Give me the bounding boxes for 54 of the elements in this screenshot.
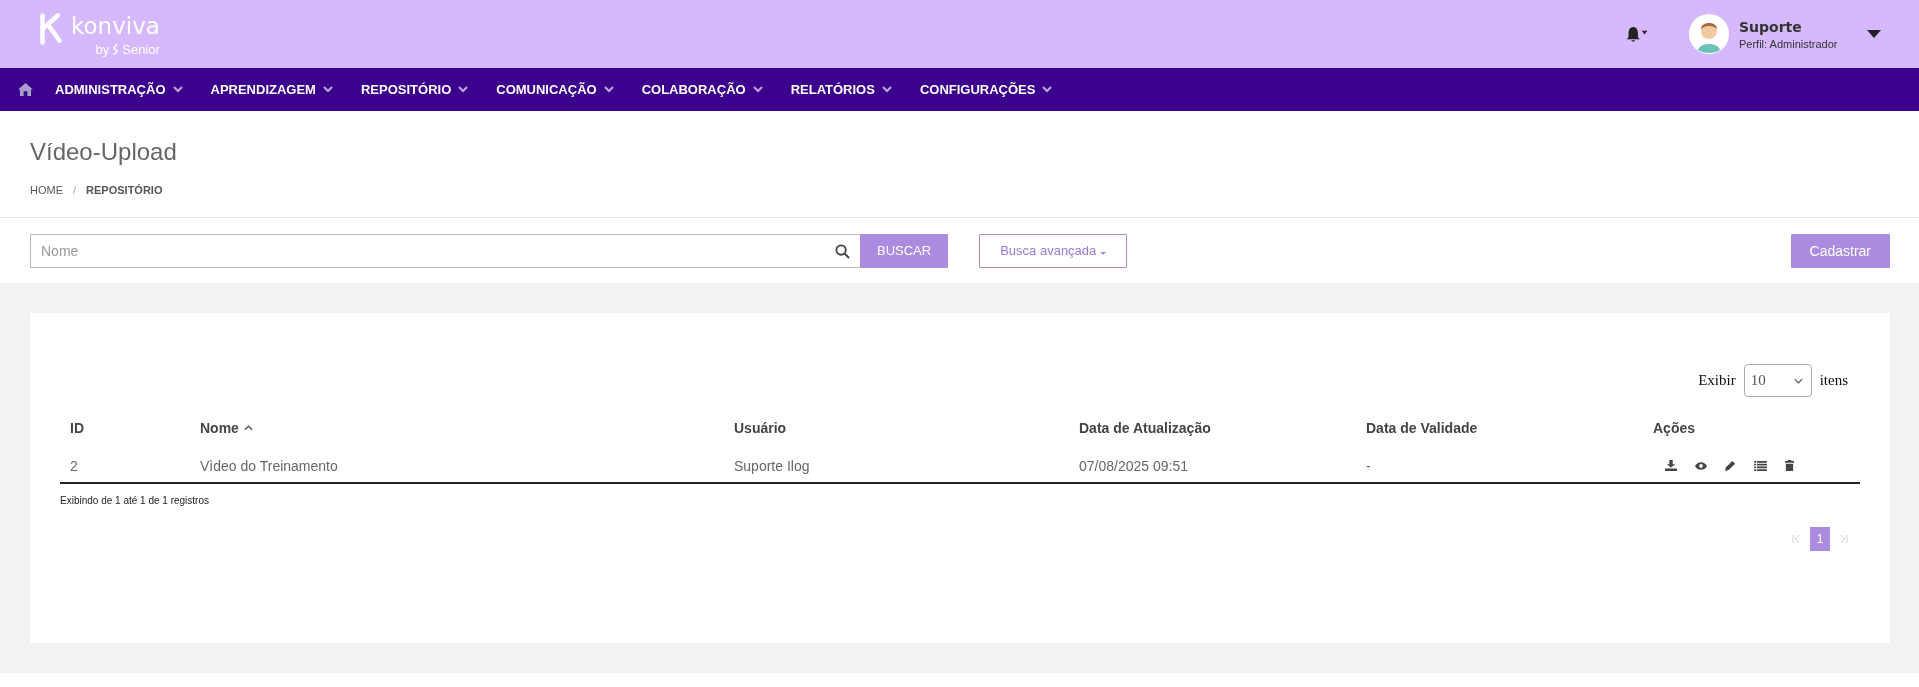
menu-item[interactable]: COLABORAÇÃO xyxy=(641,82,763,97)
eye-icon[interactable] xyxy=(1695,461,1707,470)
table-cell: 2 xyxy=(70,457,78,474)
column-header[interactable]: Data de Validade xyxy=(1366,420,1478,436)
chevron-down-icon xyxy=(1793,377,1803,384)
column-header[interactable]: Ações xyxy=(1653,420,1696,436)
records-info: Exibindo de 1 até 1 de 1 registros xyxy=(60,495,210,506)
chevron-down-icon xyxy=(603,86,614,93)
pencil-icon[interactable] xyxy=(1725,460,1736,471)
breadcrumb-link[interactable]: HOME xyxy=(30,184,63,196)
logo-text: konviva xyxy=(71,11,160,40)
trash-icon[interactable] xyxy=(1785,460,1794,471)
download-icon[interactable] xyxy=(1665,460,1677,471)
show-label: Exibir xyxy=(1698,372,1736,389)
menu-item[interactable]: CONFIGURAÇÕES xyxy=(919,82,1053,97)
chevron-down-icon xyxy=(458,86,469,93)
table-cell: - xyxy=(1366,457,1371,474)
chevron-down-icon xyxy=(172,86,183,93)
page-title: Vídeo-Upload xyxy=(30,138,178,166)
column-header[interactable]: Usuário xyxy=(734,420,787,436)
user-profile: Perfil: Administrador xyxy=(1739,37,1839,50)
byline-text: by xyxy=(95,41,110,57)
chevron-down-icon xyxy=(1042,86,1053,93)
column-header[interactable]: ID xyxy=(70,420,84,436)
advanced-search-button[interactable]: Busca avançada xyxy=(979,233,1127,268)
menu-item[interactable]: ADMINISTRAÇÃO xyxy=(55,82,183,97)
table-cell: Vìdeo do Treinamento xyxy=(200,457,338,474)
avatar-icon[interactable] xyxy=(1689,14,1729,54)
table-cell: Suporte Ilog xyxy=(734,457,810,474)
chevron-down-icon xyxy=(322,86,333,93)
caret-icon xyxy=(1099,252,1106,255)
column-header[interactable]: Data de Atualização xyxy=(1079,420,1211,436)
items-label: itens xyxy=(1819,372,1848,389)
menu-item[interactable]: COMUNICAÇÃO xyxy=(496,82,614,97)
list-icon[interactable] xyxy=(1754,460,1767,471)
brand-text: Senior xyxy=(122,41,160,57)
breadcrumb-text: REPOSITÓRIO xyxy=(86,184,163,196)
search-icon[interactable] xyxy=(835,243,850,259)
search-field[interactable]: Nome xyxy=(30,233,860,268)
breadcrumb-separator: / xyxy=(73,184,77,196)
menu-item[interactable]: RELATÓRIOS xyxy=(790,82,892,97)
logo-icon xyxy=(38,11,65,46)
user-name[interactable]: Suporte xyxy=(1739,18,1839,35)
chevron-down-icon xyxy=(752,86,763,93)
caret-icon[interactable] xyxy=(1867,30,1881,38)
chevron-down-icon xyxy=(881,86,892,93)
menu-item[interactable]: REPOSITÓRIO xyxy=(360,82,469,97)
column-header[interactable]: Nome xyxy=(200,420,253,436)
page-size-select[interactable]: 10 xyxy=(1743,364,1812,397)
home-icon[interactable] xyxy=(18,83,33,96)
table-cell: 07/08/2025 09:51 xyxy=(1079,457,1188,474)
s-icon xyxy=(112,42,120,56)
menu-item[interactable]: APRENDIZAGEM xyxy=(210,82,333,97)
bell-icon[interactable] xyxy=(1625,25,1649,43)
